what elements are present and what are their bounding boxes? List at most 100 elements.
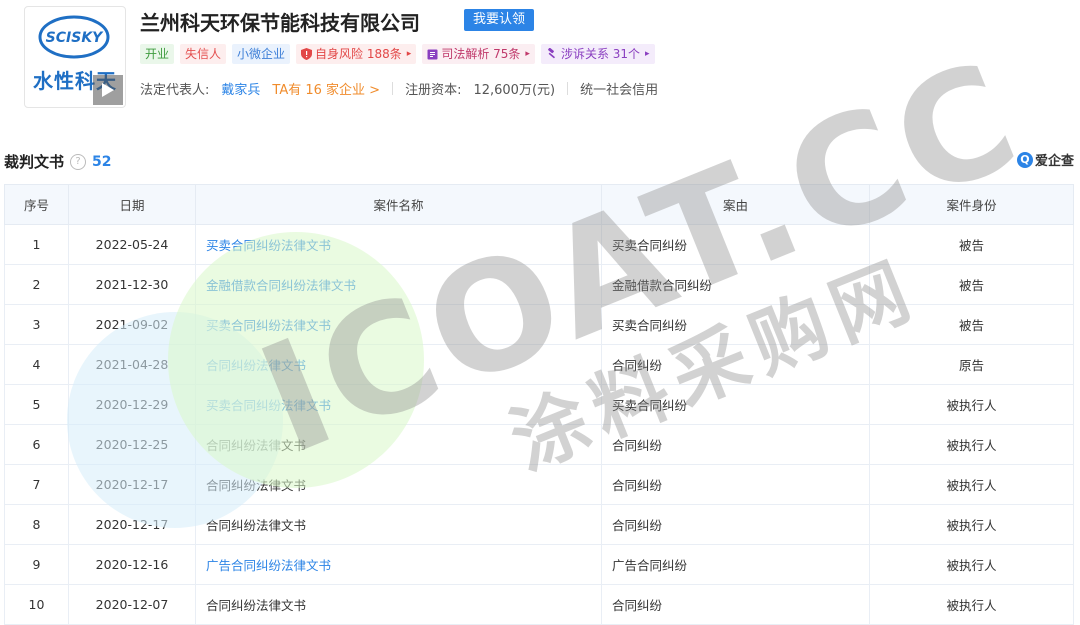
company-logo[interactable]: SCISKY 水性科天 [24, 6, 126, 108]
cell-date-text: 2021-09-02 [95, 317, 169, 332]
cell-no-text: 3 [32, 317, 41, 332]
tag-label: 自身风险 188条 [315, 47, 402, 61]
table-row: 6 2020-12-25 合同纠纷法律文书 合同纠纷 被执行人 [4, 424, 1074, 465]
cell-cause-text: 合同纠纷 [612, 478, 663, 493]
cell-no: 6 [4, 424, 69, 465]
case-name-text: 合同纠纷法律文书 [206, 598, 307, 613]
cell-case-name: 金融借款合同纠纷法律文书 [195, 264, 602, 305]
tag-label: 开业 [145, 47, 170, 61]
cell-role: 被告 [869, 224, 1074, 265]
cell-no: 1 [4, 224, 69, 265]
company-name: 兰州科天环保节能科技有限公司 [140, 11, 420, 35]
table-row: 8 2020-12-17 合同纠纷法律文书 合同纠纷 被执行人 [4, 504, 1074, 545]
cell-role: 被执行人 [869, 384, 1074, 425]
capital-value: 12,600万(元) [473, 83, 556, 98]
cell-cause: 买卖合同纠纷 [601, 384, 870, 425]
cell-cause: 买卖合同纠纷 [601, 224, 870, 265]
table-row: 3 2021-09-02 买卖合同纠纷法律文书 买卖合同纠纷 被告 [4, 304, 1074, 345]
cell-cause-text: 合同纠纷 [612, 358, 663, 373]
tag-self-risk[interactable]: 自身风险 188条 ▸ [296, 44, 417, 64]
case-name-link[interactable]: 合同纠纷法律文书 [206, 358, 306, 373]
cell-date: 2020-12-25 [68, 424, 196, 465]
case-name-link[interactable]: 金融借款合同纠纷法律文书 [206, 278, 356, 293]
case-name-link[interactable]: 买卖合同纠纷法律文书 [206, 398, 331, 413]
cell-case-name: 买卖合同纠纷法律文书 [195, 304, 602, 345]
cell-cause: 买卖合同纠纷 [601, 304, 870, 345]
tag-judicial-analysis[interactable]: 司法解析 75条 ▸ [422, 44, 535, 64]
cell-no-text: 6 [32, 437, 41, 452]
tag-lawsuit-relations[interactable]: 涉诉关系 31个 ▸ [540, 44, 655, 64]
cell-cause-text: 合同纠纷 [612, 518, 663, 533]
table-row: 4 2021-04-28 合同纠纷法律文书 合同纠纷 原告 [4, 344, 1074, 385]
cell-date: 2022-05-24 [68, 224, 196, 265]
cell-role-text: 被执行人 [946, 558, 997, 573]
cell-date-text: 2020-12-07 [95, 597, 169, 612]
table-row: 7 2020-12-17 合同纠纷法律文书 合同纠纷 被执行人 [4, 464, 1074, 505]
case-name-link[interactable]: 广告合同纠纷法律文书 [206, 558, 331, 573]
cell-date: 2020-12-16 [68, 544, 196, 585]
cell-date: 2021-12-30 [68, 264, 196, 305]
cell-date-text: 2020-12-16 [95, 557, 169, 572]
cell-role: 原告 [869, 344, 1074, 385]
table-row: 2 2021-12-30 金融借款合同纠纷法律文书 金融借款合同纠纷 被告 [4, 264, 1074, 305]
tag-label: 小微企业 [237, 47, 286, 61]
capital-label: 注册资本: [405, 83, 462, 98]
cell-no: 7 [4, 464, 69, 505]
logo-emblem-text: SCISKY [46, 30, 104, 46]
claim-button[interactable]: 我要认领 [464, 9, 535, 31]
cell-case-name: 合同纠纷法律文书 [195, 504, 602, 545]
help-icon[interactable]: ? [70, 153, 87, 170]
case-name-text: 合同纠纷法律文书 [206, 518, 307, 533]
cell-case-name: 买卖合同纠纷法律文书 [195, 224, 602, 265]
cell-role: 被执行人 [869, 504, 1074, 545]
cell-cause: 合同纠纷 [601, 344, 870, 385]
cell-date-text: 2021-12-30 [95, 277, 169, 292]
table-row: 5 2020-12-29 买卖合同纠纷法律文书 买卖合同纠纷 被执行人 [4, 384, 1074, 425]
shield-icon [301, 48, 313, 60]
tag-label: 涉诉关系 31个 [560, 47, 641, 61]
cell-no-text: 7 [32, 477, 41, 492]
cell-role: 被执行人 [869, 464, 1074, 505]
legal-rep-label: 法定代表人: [140, 83, 210, 98]
book-icon [427, 49, 438, 59]
case-name-link[interactable]: 买卖合同纠纷法律文书 [206, 238, 331, 253]
tag-label: 司法解析 75条 [441, 47, 521, 61]
legal-rep-name[interactable]: 戴家兵 [221, 79, 260, 98]
cell-no: 4 [4, 344, 69, 385]
case-name-text: 合同纠纷法律文书 [206, 438, 307, 453]
cell-case-name: 买卖合同纠纷法律文书 [195, 384, 602, 425]
judgment-table: 序号 日期 案件名称 案由 案件身份 1 2022-05-24 买卖合同纠纷法律文书… [4, 184, 1074, 625]
cell-no-text: 5 [32, 397, 41, 412]
cell-cause: 合同纠纷 [601, 504, 870, 545]
scisky-emblem: SCISKY [38, 15, 110, 59]
cell-cause-text: 买卖合同纠纷 [612, 318, 688, 333]
section-header: 裁判文书 ? 52 [4, 151, 112, 172]
cell-cause-text: 合同纠纷 [612, 598, 663, 613]
cell-role-text: 被执行人 [946, 398, 997, 413]
aiqicha-logo-icon: Q [1016, 151, 1033, 168]
cell-role: 被告 [869, 304, 1074, 345]
cell-case-name: 合同纠纷法律文书 [195, 464, 602, 505]
cell-date-text: 2022-05-24 [95, 237, 169, 252]
table-header-row: 序号 日期 案件名称 案由 案件身份 [4, 184, 1074, 225]
legal-rep-companies-link[interactable]: TA有 16 家企业 > [272, 79, 380, 98]
cell-date-text: 2020-12-17 [95, 477, 169, 492]
cell-no-text: 8 [32, 517, 41, 532]
divider [567, 82, 569, 95]
cell-no-text: 4 [32, 357, 41, 372]
cell-role-text: 被告 [958, 238, 984, 253]
case-name-link[interactable]: 买卖合同纠纷法律文书 [206, 318, 331, 333]
case-name-text: 合同纠纷法律文书 [206, 478, 307, 493]
tag-status: 开业 [140, 44, 175, 64]
cell-cause-text: 合同纠纷 [612, 438, 663, 453]
cell-no-text: 9 [32, 557, 41, 572]
play-icon[interactable] [93, 75, 123, 105]
header-no: 序号 [4, 184, 69, 225]
cell-role-text: 被执行人 [946, 478, 997, 493]
cell-no-text: 2 [32, 277, 41, 292]
aiqicha-brand[interactable]: Q 爱企查 [1016, 150, 1074, 169]
cell-role-text: 被告 [958, 278, 984, 293]
cell-role-text: 被执行人 [946, 518, 997, 533]
company-info-row: 法定代表人: 戴家兵 TA有 16 家企业 > 注册资本: 12,600万(元)… [140, 79, 658, 98]
cell-date: 2020-12-17 [68, 464, 196, 505]
